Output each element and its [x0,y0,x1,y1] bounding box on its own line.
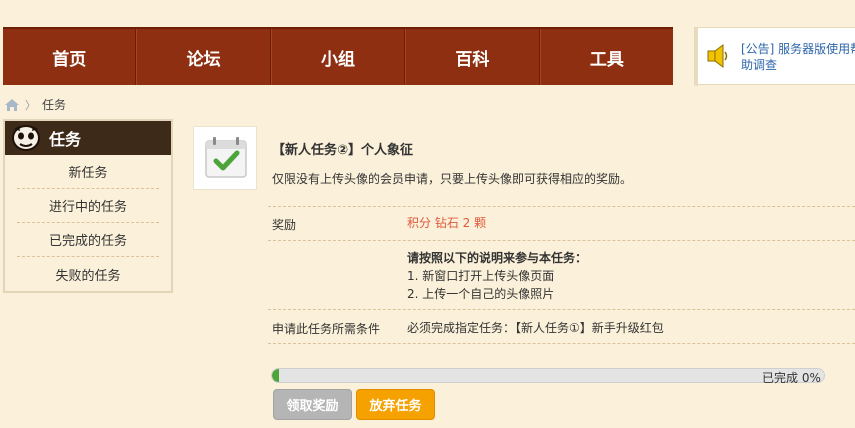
nav-item-home[interactable]: 首页 [3,29,137,85]
mascot-logo-icon [12,125,40,151]
sidebar-item-new-tasks[interactable]: 新任务 [17,155,159,189]
announcement-divider [695,28,698,86]
divider [268,240,855,241]
task-instructions: 请按照以下的说明来参与本任务： 1. 新窗口打开上传头像页面 2. 上传一个自己… [407,249,587,303]
home-icon[interactable] [5,98,19,111]
breadcrumb: 〉 任务 [5,96,66,113]
breadcrumb-separator-icon: 〉 [25,98,36,112]
breadcrumb-current: 任务 [42,98,67,112]
instruction-step-1: 1. 新窗口打开上传头像页面 [407,269,555,283]
divider [268,206,855,207]
progress-bar [271,368,825,383]
divider [268,309,855,310]
calendar-check-icon [205,137,247,178]
nav-item-wiki[interactable]: 百科 [405,29,540,85]
reward-label: 奖励 [272,218,297,232]
task-icon-box [193,126,257,190]
progress-bar-fill [272,369,279,382]
sidebar-item-in-progress[interactable]: 进行中的任务 [17,189,159,223]
condition-value: 必须完成指定任务：【新人任务①】新手升级红包 [407,321,664,335]
speaker-icon [707,44,728,68]
nav-item-group[interactable]: 小组 [270,29,406,85]
task-sidebar: 任务 新任务 进行中的任务 已完成的任务 失败的任务 [3,119,173,293]
abandon-task-button[interactable]: 放弃任务 [356,389,435,420]
condition-label: 申请此任务所需条件 [272,322,381,336]
announcement-box: [公告] 服务器版使用帮助调查 [694,27,855,86]
main-nav: 首页 论坛 小组 百科 工具 [3,27,673,85]
task-title: 【新人任务②】个人象征 [272,143,414,158]
claim-reward-button[interactable]: 领取奖励 [273,389,352,420]
progress-text: 已完成 0% [762,371,821,385]
reward-value: 积分 钻石 2 颗 [407,216,487,230]
divider [268,343,855,344]
sidebar-item-failed[interactable]: 失败的任务 [17,257,159,291]
task-description: 仅限没有上传头像的会员申请，只要上传头像即可获得相应的奖励。 [272,172,633,186]
sidebar-item-completed[interactable]: 已完成的任务 [17,223,159,257]
sidebar-title: 任务 [49,130,82,149]
announcement-link[interactable]: [公告] 服务器版使用帮助调查 [741,41,855,73]
nav-item-forum[interactable]: 论坛 [136,29,271,85]
sidebar-header: 任务 [5,121,171,155]
instructions-title: 请按照以下的说明来参与本任务： [407,251,588,265]
instruction-step-2: 2. 上传一个自己的头像照片 [407,287,555,301]
nav-item-tools[interactable]: 工具 [539,29,673,85]
